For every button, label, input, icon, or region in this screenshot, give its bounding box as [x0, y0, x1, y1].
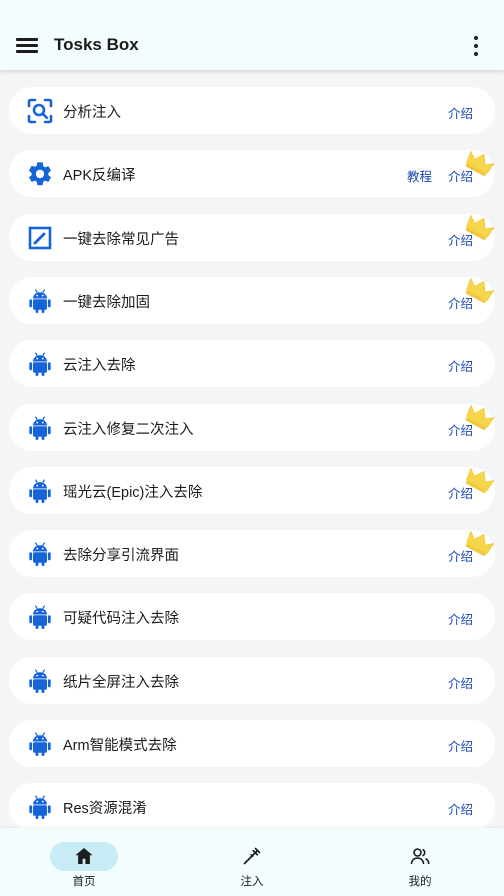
menu-icon[interactable] [14, 33, 40, 55]
feature-label: 瑶光云(Epic)注入去除 [63, 484, 203, 501]
feature-card[interactable]: Res资源混淆 介绍 [9, 783, 495, 828]
android-icon [26, 667, 54, 695]
gear-icon [26, 160, 54, 188]
intro-link[interactable]: 介绍 [448, 736, 473, 755]
android-icon [26, 730, 54, 758]
feature-label: 云注入去除 [63, 358, 136, 375]
crown-icon [463, 211, 497, 243]
feature-card[interactable]: 瑶光云(Epic)注入去除 介绍 [9, 464, 497, 514]
feature-card[interactable]: 去除分享引流界面 介绍 [9, 527, 497, 578]
intro-link[interactable]: 介绍 [448, 609, 473, 628]
feature-card[interactable]: 一键去除常见广告 介绍 [9, 211, 497, 261]
nav-item-people[interactable]: 我的 [336, 828, 504, 896]
more-options-icon[interactable] [466, 34, 486, 58]
intro-link[interactable]: 介绍 [448, 103, 473, 122]
android-icon [26, 793, 54, 821]
home-icon [73, 845, 95, 867]
nav-label: 首页 [72, 876, 96, 888]
feature-card[interactable]: 一键去除加固 介绍 [9, 274, 497, 324]
feature-label: 可疑代码注入去除 [63, 611, 179, 628]
nav-item-home[interactable]: 首页 [0, 828, 168, 896]
feature-card[interactable]: APK反编译 教程 介绍 [9, 147, 497, 198]
crown-icon [463, 274, 497, 306]
feature-list: 分析注入 介绍 APK反编译 教程 介绍 一键去除常见广告 介绍 一键去除加固 介绍 云注入去除介… [0, 70, 504, 828]
nav-item-syringe[interactable]: 注入 [168, 828, 336, 896]
feature-label: 一键去除加固 [63, 294, 150, 311]
android-icon [26, 414, 54, 442]
feature-card[interactable]: 云注入修复二次注入 介绍 [9, 401, 497, 451]
feature-card[interactable]: 云注入去除 介绍 [9, 340, 495, 388]
feature-label: Res资源混淆 [63, 801, 147, 818]
android-icon [26, 350, 54, 378]
nav-label: 我的 [408, 876, 432, 888]
feature-label: 纸片全屏注入去除 [63, 674, 179, 691]
feature-card[interactable]: 分析注入 介绍 [9, 87, 495, 134]
edit-box-icon [26, 224, 54, 252]
syringe-icon [241, 845, 263, 867]
feature-card[interactable]: Arm智能模式去除 介绍 [9, 720, 495, 767]
crown-icon [463, 147, 497, 179]
feature-label: 云注入修复二次注入 [63, 421, 194, 438]
scan-search-icon [26, 97, 54, 125]
android-icon [26, 287, 54, 315]
feature-card[interactable]: 纸片全屏注入去除 介绍 [9, 656, 495, 704]
app-title: Tosks Box [54, 35, 139, 54]
crown-icon [463, 401, 497, 433]
feature-label: 去除分享引流界面 [63, 548, 179, 565]
intro-link[interactable]: 介绍 [448, 799, 473, 818]
app-bar: Tosks Box [0, 0, 504, 70]
feature-label: 一键去除常见广告 [63, 231, 179, 248]
android-icon [26, 603, 54, 631]
feature-label: APK反编译 [63, 168, 136, 185]
intro-link[interactable]: 介绍 [448, 673, 473, 692]
tutorial-link[interactable]: 教程 [407, 166, 432, 185]
feature-card[interactable]: 可疑代码注入去除 介绍 [9, 593, 495, 641]
nav-label: 注入 [240, 876, 264, 888]
android-icon [26, 477, 54, 505]
people-icon [409, 845, 431, 867]
feature-label: Arm智能模式去除 [63, 738, 177, 754]
android-icon [26, 540, 54, 568]
crown-icon [463, 527, 497, 559]
intro-link[interactable]: 介绍 [448, 356, 473, 375]
crown-icon [463, 464, 497, 496]
bottom-navigation: 首页 注入 我的 [0, 828, 504, 896]
feature-label: 分析注入 [63, 105, 121, 121]
